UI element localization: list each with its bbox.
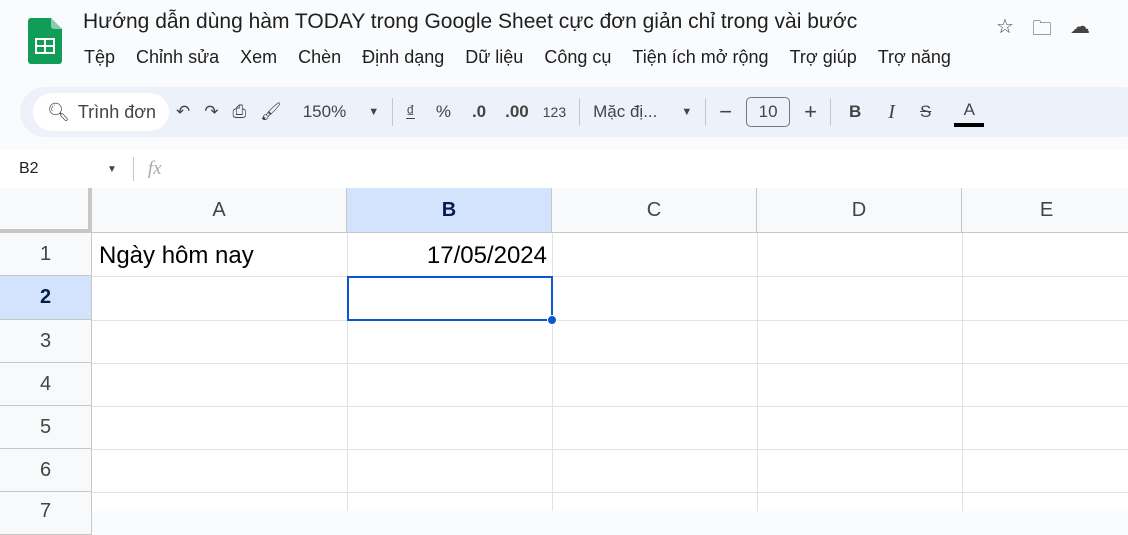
row-header-6[interactable]: 6 <box>0 449 92 492</box>
column-header-b[interactable]: B <box>347 188 552 233</box>
menu-accessibility[interactable]: Trợ năng <box>878 47 951 68</box>
chevron-down-icon[interactable]: ▼ <box>107 164 117 175</box>
cell-a1[interactable]: Ngày hôm nay <box>99 234 254 277</box>
formula-bar: B2 ▼ fx <box>0 150 1128 188</box>
cell-b2-selected[interactable] <box>347 276 553 321</box>
row-header-2[interactable]: 2 <box>0 276 92 320</box>
column-header-e[interactable]: E <box>962 188 1128 233</box>
menu-help[interactable]: Trợ giúp <box>790 47 857 68</box>
row-header-4[interactable]: 4 <box>0 363 92 406</box>
menu-tools[interactable]: Công cụ <box>544 47 611 68</box>
column-header-a[interactable]: A <box>92 188 347 233</box>
move-folder-icon[interactable]: 🗀 <box>1032 14 1052 48</box>
menu-search[interactable]: 🔍︎ Trình đơn <box>33 93 169 131</box>
column-header-c[interactable]: C <box>552 188 757 233</box>
text-color-button[interactable]: A <box>954 97 985 127</box>
cell-b1[interactable]: 17/05/2024 <box>347 234 547 277</box>
fill-handle[interactable] <box>547 315 557 325</box>
zoom-select[interactable]: 150% ▼ <box>303 97 379 127</box>
decrease-decimal-button[interactable]: .0 <box>472 97 486 127</box>
chevron-down-icon: ▼ <box>681 106 693 118</box>
formula-input[interactable] <box>162 154 1128 184</box>
strikethrough-button[interactable]: S <box>920 97 931 127</box>
bold-button[interactable]: B <box>849 97 861 127</box>
more-formats-button[interactable]: 123 <box>543 97 566 127</box>
select-all-corner[interactable] <box>0 188 92 233</box>
sheets-logo-icon[interactable] <box>28 18 62 64</box>
row-header-1[interactable]: 1 <box>0 233 92 276</box>
increase-font-size-button[interactable]: + <box>804 97 817 127</box>
document-title[interactable]: Hướng dẫn dùng hàm TODAY trong Google Sh… <box>83 10 857 34</box>
menu-edit[interactable]: Chỉnh sửa <box>136 47 219 68</box>
redo-button[interactable]: ↷ <box>204 97 218 127</box>
star-icon[interactable]: ☆ <box>996 14 1014 48</box>
column-header-d[interactable]: D <box>757 188 962 233</box>
decrease-font-size-button[interactable]: − <box>719 97 732 127</box>
increase-decimal-button[interactable]: .00 <box>505 97 529 127</box>
function-icon: fx <box>147 158 162 179</box>
font-size-input[interactable]: 10 <box>746 97 791 127</box>
italic-button[interactable]: I <box>888 97 895 127</box>
menu-bar: Tệp Chỉnh sửa Xem Chèn Định dạng Dữ liệu… <box>84 47 972 68</box>
chevron-down-icon: ▼ <box>368 106 380 118</box>
search-icon: 🔍︎ <box>47 101 70 122</box>
row-header-5[interactable]: 5 <box>0 406 92 449</box>
menu-data[interactable]: Dữ liệu <box>465 47 523 68</box>
row-header-3[interactable]: 3 <box>0 320 92 363</box>
print-button[interactable]: ⎙ <box>233 97 247 127</box>
spreadsheet-grid: A B C D E 1 2 3 4 5 6 7 Ngày hôm nay 17/… <box>0 188 1128 535</box>
menu-extensions[interactable]: Tiện ích mở rộng <box>632 47 768 68</box>
currency-format-button[interactable]: ₫ <box>406 97 415 127</box>
name-box[interactable]: B2 <box>19 160 107 178</box>
menu-format[interactable]: Định dạng <box>362 47 444 68</box>
row-header-7[interactable]: 7 <box>0 492 92 535</box>
undo-button[interactable]: ↶ <box>176 97 190 127</box>
cloud-status-icon[interactable]: ☁ <box>1070 14 1090 48</box>
paint-format-button[interactable]: 🖌︎ <box>260 97 282 127</box>
menu-insert[interactable]: Chèn <box>298 47 341 68</box>
font-select[interactable]: Mặc đị... ▼ <box>593 97 692 127</box>
menu-file[interactable]: Tệp <box>84 47 115 68</box>
menu-view[interactable]: Xem <box>240 47 277 68</box>
percent-format-button[interactable]: % <box>436 97 451 127</box>
toolbar: 🔍︎ Trình đơn ↶ ↷ ⎙ 🖌︎ 150% ▼ ₫ % .0 .00 12… <box>20 87 1128 137</box>
